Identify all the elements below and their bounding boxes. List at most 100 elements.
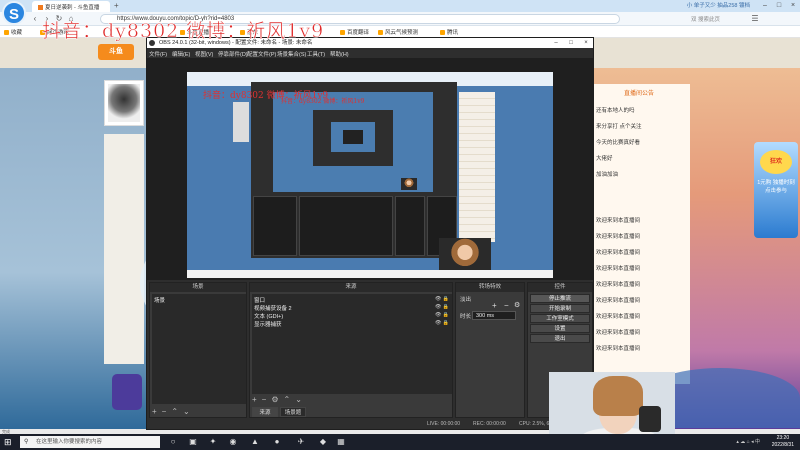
studio-mode-button[interactable]: 工作室模式	[530, 314, 590, 323]
task-view-icon[interactable]: ○	[168, 437, 178, 447]
obs-maximize-button[interactable]: □	[564, 38, 578, 48]
remove-scene-icon[interactable]: −	[162, 407, 167, 416]
windows-start-icon[interactable]: ⊞	[4, 437, 14, 447]
source-item[interactable]: 显示器捕获	[254, 320, 282, 328]
chat-message: 还有本地人的吗	[596, 108, 635, 114]
source-item[interactable]: 文本 (GDI+)	[254, 312, 283, 320]
remove-source-icon[interactable]: −	[262, 395, 267, 404]
transitions-dock: 转场特效 淡出 + − ⚙ 时长 300 ms	[455, 282, 525, 418]
obs-preview-area: 抖音：dy8302 微博：祈风1v9 抖音：dy8302 微博：祈风1v9	[147, 58, 593, 280]
browser-title-right: 小 单子又少 抽品258 镀档	[686, 3, 750, 9]
preview-watermark-small: 抖音：dy8302 微博：祈风1v9	[281, 98, 365, 105]
menu-docks[interactable]: 停靠部件(D)	[218, 50, 248, 58]
gear-icon[interactable]: ⚙	[271, 395, 278, 404]
task-icon-app[interactable]: ◆	[318, 437, 328, 447]
obs-minimize-button[interactable]: –	[549, 38, 563, 48]
menu-profile[interactable]: 配置文件(P)	[247, 50, 276, 58]
obs-preview[interactable]: 抖音：dy8302 微博：祈风1v9 抖音：dy8302 微博：祈风1v9	[187, 72, 553, 278]
extensions-icon[interactable]: ☰	[750, 14, 760, 24]
streamer-avatar[interactable]	[108, 84, 140, 122]
task-icon-app[interactable]: ▲	[250, 437, 260, 447]
controls-dock-title: 控件	[528, 283, 592, 292]
move-up-icon[interactable]: ⌃	[284, 395, 291, 404]
scenes-dock-title: 场景	[150, 283, 246, 292]
douyu-logo[interactable]: 斗鱼	[98, 44, 134, 60]
minimize-button[interactable]: –	[758, 0, 772, 12]
bookmark-item[interactable]: 收藏	[4, 28, 22, 36]
exit-button[interactable]: 退出	[530, 334, 590, 343]
sources-dock-title: 来源	[250, 283, 452, 292]
source-item[interactable]: 视频捕获设备 2	[254, 304, 292, 312]
visibility-lock-icon[interactable]: 👁 🔒	[435, 304, 449, 310]
back-icon[interactable]: ‹	[30, 14, 40, 24]
task-icon-app[interactable]: ✈	[296, 437, 306, 447]
chat-message: 加油加油	[596, 172, 619, 178]
visibility-lock-icon[interactable]: 👁 🔒	[435, 296, 449, 302]
close-button[interactable]: ×	[786, 0, 800, 12]
chat-message: 来分享打 点个关注	[596, 124, 642, 130]
gear-icon[interactable]: ⚙	[514, 301, 520, 309]
move-down-icon[interactable]: ⌄	[295, 395, 302, 404]
bookmark-item[interactable]: 风云气候预测	[378, 28, 418, 36]
search-icon: ⚲	[24, 439, 29, 445]
menu-help[interactable]: 帮助(H)	[330, 50, 349, 58]
preview-nested-obs-2	[343, 130, 363, 144]
task-icon-app[interactable]: ▦	[336, 437, 346, 447]
visibility-lock-icon[interactable]: 👁 🔒	[435, 320, 449, 326]
left-info-panel	[104, 134, 144, 364]
tab-scene-transitions[interactable]: 场景题	[280, 407, 306, 417]
menu-file[interactable]: 文件(F)	[149, 50, 167, 58]
duration-input[interactable]: 300 ms	[472, 311, 516, 320]
rec-status: REC: 00:00:00	[473, 421, 506, 427]
task-icon-app[interactable]: ▣	[188, 437, 198, 447]
move-up-icon[interactable]: ⌃	[171, 407, 178, 416]
obs-close-button[interactable]: ×	[579, 38, 593, 48]
tab-sources[interactable]: 来源	[252, 407, 278, 417]
obs-task-icon[interactable]: ●	[272, 437, 282, 447]
stop-streaming-button[interactable]: 停止推流	[530, 294, 590, 303]
menu-tools[interactable]: 工具(T)	[307, 50, 325, 58]
browser-task-icon[interactable]: ◉	[228, 437, 238, 447]
visibility-lock-icon[interactable]: 👁 🔒	[435, 312, 449, 318]
bookmark-item[interactable]: 百度翻译	[340, 28, 369, 36]
taskbar-search-input[interactable]: 在这里输入你要搜索的内容	[20, 436, 160, 448]
browser-tab-label: 夏日逆袭刺 - 斗鱼直播	[45, 5, 100, 11]
menu-view[interactable]: 视图(V)	[195, 50, 213, 58]
add-source-icon[interactable]: +	[252, 395, 257, 404]
bookmark-item[interactable]: 腾讯	[440, 28, 458, 36]
menu-scene-collection[interactable]: 场景集合(S)	[277, 50, 306, 58]
settings-button[interactable]: 设置	[530, 324, 590, 333]
preview-taskbar	[187, 270, 553, 278]
clock-date: 2022/8/31	[771, 442, 794, 448]
chat-message: 欢迎来到本直播间	[596, 330, 641, 336]
add-scene-icon[interactable]: +	[152, 407, 157, 416]
preview-webcam-small	[401, 178, 417, 190]
taskbar-clock[interactable]: 23:20 2022/8/31	[772, 435, 794, 449]
move-down-icon[interactable]: ⌄	[183, 407, 190, 416]
scenes-list[interactable]	[152, 294, 246, 404]
sources-dock: 来源 窗口 👁 🔒 视频捕获设备 2 👁 🔒 文本 (GDI+) 👁 🔒 显示器…	[249, 282, 453, 418]
start-recording-button[interactable]: 开始录制	[530, 304, 590, 313]
watermark-text: 抖音：dy8302 微博：祈风1v9	[42, 20, 325, 43]
obs-menubar: 文件(F) 编辑(E) 视图(V) 停靠部件(D) 配置文件(P) 场景集合(S…	[147, 48, 593, 58]
menu-edit[interactable]: 编辑(E)	[172, 50, 190, 58]
source-item[interactable]: 窗口	[254, 296, 265, 304]
maximize-button[interactable]: □	[772, 0, 786, 12]
chat-message: 欢迎来到本直播间	[596, 234, 641, 240]
transition-select[interactable]: 淡出	[460, 295, 471, 303]
left-badge-icon[interactable]	[112, 374, 142, 410]
scene-item[interactable]: 场景	[154, 296, 165, 304]
chat-message: 欢迎来到本直播间	[596, 218, 641, 224]
system-tray[interactable]: ▴ ☁ ⌂ ◂ 中	[736, 438, 760, 445]
chat-message: 欢迎来到本直播间	[596, 266, 641, 272]
new-tab-button[interactable]: +	[112, 1, 124, 12]
task-icon-app[interactable]: ✦	[208, 437, 218, 447]
clock-time: 23:20	[776, 435, 790, 441]
preview-dock	[395, 196, 425, 256]
remove-transition-icon[interactable]: −	[504, 301, 509, 310]
bookmark-icon	[340, 30, 345, 35]
add-transition-icon[interactable]: +	[492, 301, 497, 310]
promo-badge: 狂欢	[760, 150, 792, 174]
browser-tab-active[interactable]: 夏日逆袭刺 - 斗鱼直播	[32, 1, 110, 12]
chat-message: 大佬好	[596, 156, 613, 162]
